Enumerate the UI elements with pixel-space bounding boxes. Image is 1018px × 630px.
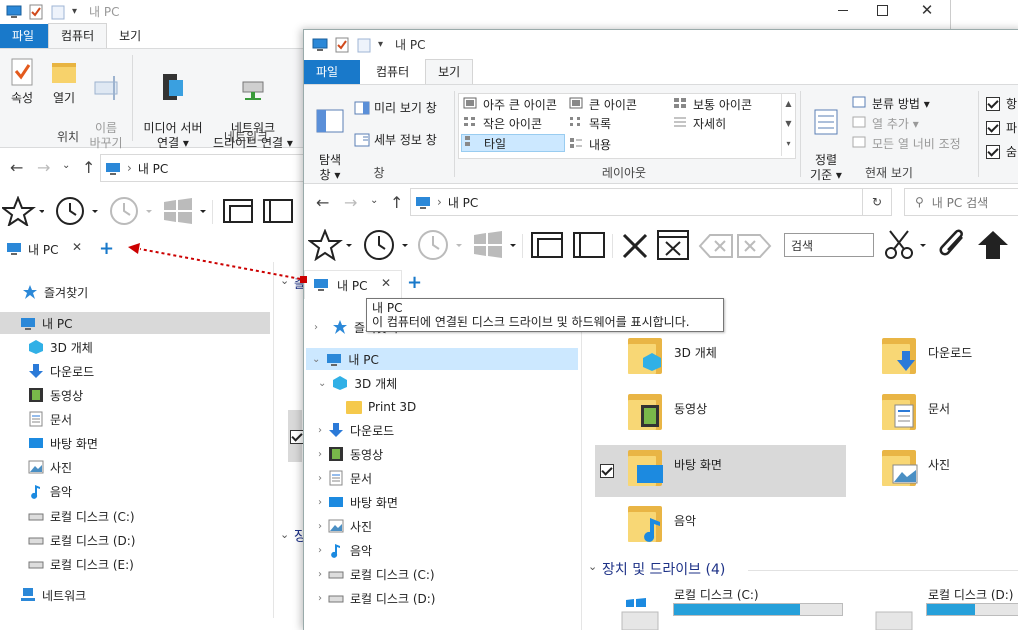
drag-arrow [128,243,307,283]
